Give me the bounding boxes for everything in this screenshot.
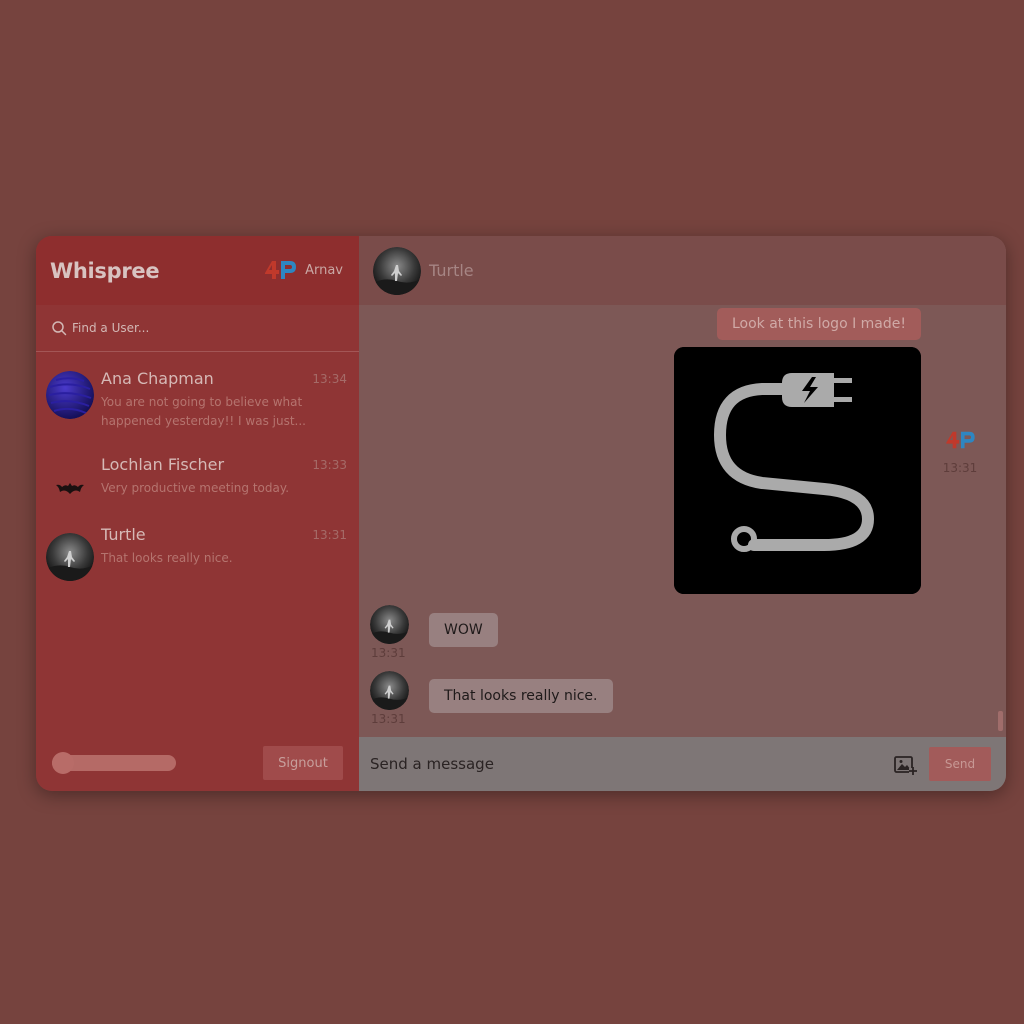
current-user-name: Arnav — [305, 262, 343, 278]
message-list: Look at this logo I made! 13:31 13:31 WO… — [359, 305, 1006, 737]
outgoing-message: Look at this logo I made! — [716, 308, 921, 340]
message-time: 13:31 — [942, 461, 978, 475]
image-plus-icon[interactable] — [894, 754, 918, 776]
dark-figure-avatar — [46, 533, 94, 581]
conversation-item[interactable]: Ana Chapman 13:34 You are not going to b… — [36, 369, 359, 435]
chat-title: Turtle — [429, 261, 474, 280]
conversation-preview: That looks really nice. — [101, 551, 233, 565]
conversation-name: Lochlan Fischer — [101, 455, 225, 474]
slider-knob[interactable] — [52, 752, 74, 774]
conversation-preview: You are not going to believe what happen… — [101, 395, 306, 428]
sender-logo-icon — [943, 429, 977, 451]
image-message[interactable] — [674, 347, 921, 594]
chat-header: Turtle — [359, 236, 1006, 305]
current-user: Arnav — [263, 258, 343, 282]
outgoing-message-meta: 13:31 — [942, 429, 978, 475]
signout-button[interactable]: Signout — [263, 746, 343, 780]
dark-figure-avatar — [373, 247, 421, 295]
message-composer: Send — [359, 737, 1006, 791]
conversation-time: 13:34 — [312, 372, 347, 386]
incoming-message-row: 13:31 WOW — [359, 605, 1006, 661]
user-logo-icon — [263, 258, 297, 282]
send-button[interactable]: Send — [929, 747, 991, 781]
user-search — [36, 305, 359, 352]
sidebar-footer: Signout — [36, 736, 359, 791]
incoming-message: That looks really nice. — [429, 679, 613, 713]
search-input[interactable] — [72, 321, 312, 335]
message-time: 13:31 — [371, 712, 406, 726]
conversation-name: Ana Chapman — [101, 369, 214, 388]
message-input[interactable] — [370, 752, 870, 776]
theme-toggle-slider[interactable] — [52, 752, 176, 774]
conversation-time: 13:33 — [312, 458, 347, 472]
blue-planet-avatar — [46, 371, 94, 419]
incoming-message-row: 13:31 That looks really nice. — [359, 671, 1006, 727]
message-scrollbar[interactable] — [998, 711, 1003, 731]
message-time: 13:31 — [371, 646, 406, 660]
conversation-item[interactable]: Turtle 13:31 That looks really nice. — [36, 525, 359, 591]
incoming-message: WOW — [429, 613, 498, 647]
plug-cable-logo — [674, 347, 921, 594]
bat-avatar — [46, 463, 94, 511]
conversation-preview: Very productive meeting today. — [101, 481, 290, 495]
sidebar-header: Whispree Arnav — [36, 236, 359, 305]
chat-panel: Turtle Look at this logo I made! 13:31 1… — [359, 236, 1006, 791]
conversation-item[interactable]: Lochlan Fischer 13:33 Very productive me… — [36, 455, 359, 521]
dark-figure-avatar — [370, 671, 409, 710]
chat-app-window: Whispree Arnav Find a User... Ana Chapma… — [36, 236, 1006, 791]
search-icon — [52, 321, 67, 336]
conversation-name: Turtle — [101, 525, 146, 544]
sidebar: Whispree Arnav Find a User... Ana Chapma… — [36, 236, 359, 791]
dark-figure-avatar — [370, 605, 409, 644]
app-brand: Whispree — [50, 258, 160, 283]
conversation-time: 13:31 — [312, 528, 347, 542]
